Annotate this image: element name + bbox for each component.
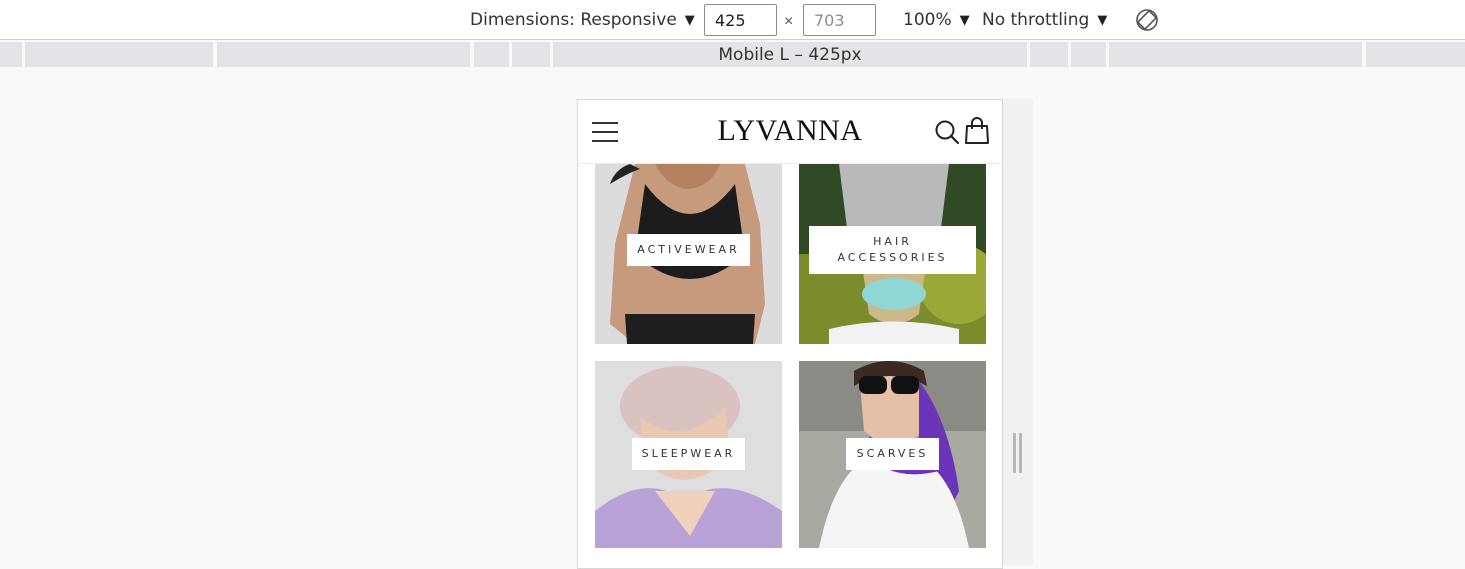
media-query-segment[interactable] — [1109, 42, 1362, 67]
media-query-segment[interactable] — [1030, 42, 1068, 67]
device-toolbar: Dimensions: Responsive ▼ × 100% ▼ No thr… — [0, 0, 1465, 40]
device-gutter — [1003, 99, 1033, 565]
zoom-dropdown[interactable]: 100% ▼ — [903, 0, 970, 40]
dimensions-label: Dimensions: Responsive — [470, 10, 677, 30]
resize-handle[interactable] — [1013, 433, 1022, 473]
zoom-label: 100% — [903, 10, 952, 30]
media-query-label: Mobile L – 425px — [718, 44, 862, 65]
media-query-segment[interactable] — [474, 42, 509, 67]
times-symbol: × — [784, 13, 794, 30]
category-tile-scarves[interactable]: SCARVES — [799, 361, 986, 548]
media-query-segment[interactable] — [25, 42, 213, 67]
width-input[interactable] — [704, 4, 777, 36]
media-query-segment[interactable] — [1071, 42, 1106, 67]
caret-down-icon: ▼ — [1097, 12, 1108, 28]
media-query-segment[interactable] — [1366, 42, 1465, 67]
shopping-bag-icon[interactable] — [964, 117, 990, 145]
media-query-segment[interactable] — [0, 42, 22, 67]
height-input[interactable] — [803, 4, 876, 36]
category-tile-activewear[interactable]: ACTIVEWEAR — [595, 164, 782, 344]
category-tile-hair-accessories[interactable]: HAIR ACCESSORIES — [799, 164, 986, 344]
category-label: HAIR ACCESSORIES — [809, 226, 976, 274]
caret-down-icon: ▼ — [959, 12, 970, 28]
device-viewport: LYVANNA ACTIVEWEAR HAIR ACCESSORIES SLEE… — [577, 99, 1003, 569]
category-tile-sleepwear[interactable]: SLEEPWEAR — [595, 361, 782, 548]
throttling-label: No throttling — [982, 10, 1090, 30]
category-label: ACTIVEWEAR — [627, 234, 750, 266]
throttling-dropdown[interactable]: No throttling ▼ — [982, 0, 1107, 40]
rotate-device-icon[interactable] — [1135, 8, 1159, 32]
media-query-bar: Mobile L – 425px — [0, 40, 1465, 67]
site-header: LYVANNA — [578, 100, 1002, 164]
media-query-segment[interactable] — [217, 42, 470, 67]
category-label: SLEEPWEAR — [632, 438, 745, 470]
media-query-segment[interactable] — [512, 42, 550, 67]
category-label-line: HAIR — [873, 235, 912, 248]
category-label-line: ACCESSORIES — [837, 251, 948, 264]
caret-down-icon: ▼ — [684, 12, 695, 28]
dimensions-dropdown[interactable]: Dimensions: Responsive ▼ — [470, 0, 695, 40]
category-label: SCARVES — [846, 438, 939, 470]
search-icon[interactable] — [934, 119, 960, 145]
